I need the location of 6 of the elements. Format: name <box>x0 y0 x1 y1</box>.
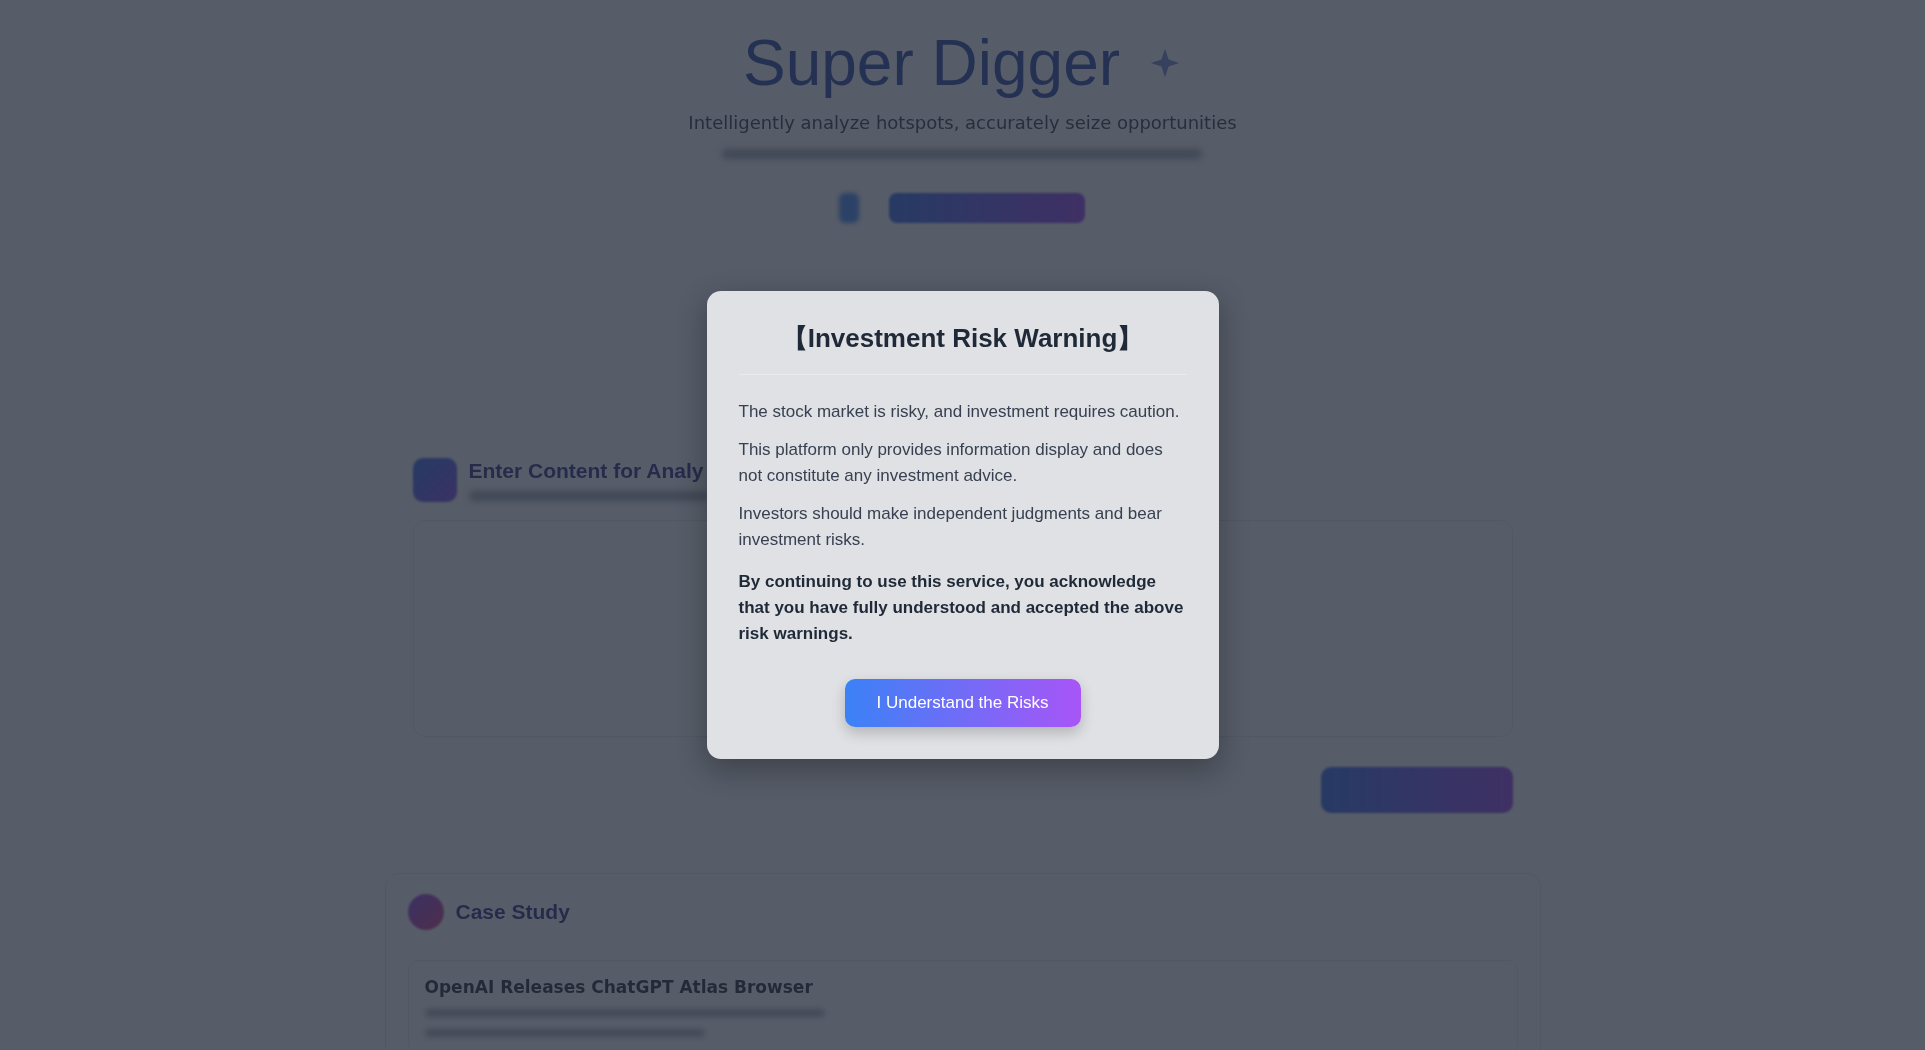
warning-text: This platform only provides information display and does not constitute any investment advice. <box>738 439 1164 487</box>
warning-text: Investors should make independent judgments and bear investment risks. <box>738 503 1163 551</box>
dialog-title: 【Investment Risk Warning】 <box>738 321 1187 375</box>
acknowledgement-text: By continuing to use this service, you acknowledge that you have fully understood and accepted the above risk warnings. <box>738 571 1185 645</box>
confirm-button[interactable]: I Understand the Risks <box>844 679 1081 727</box>
warning-text: The stock market is risky, and investment requires caution. <box>738 401 1181 423</box>
